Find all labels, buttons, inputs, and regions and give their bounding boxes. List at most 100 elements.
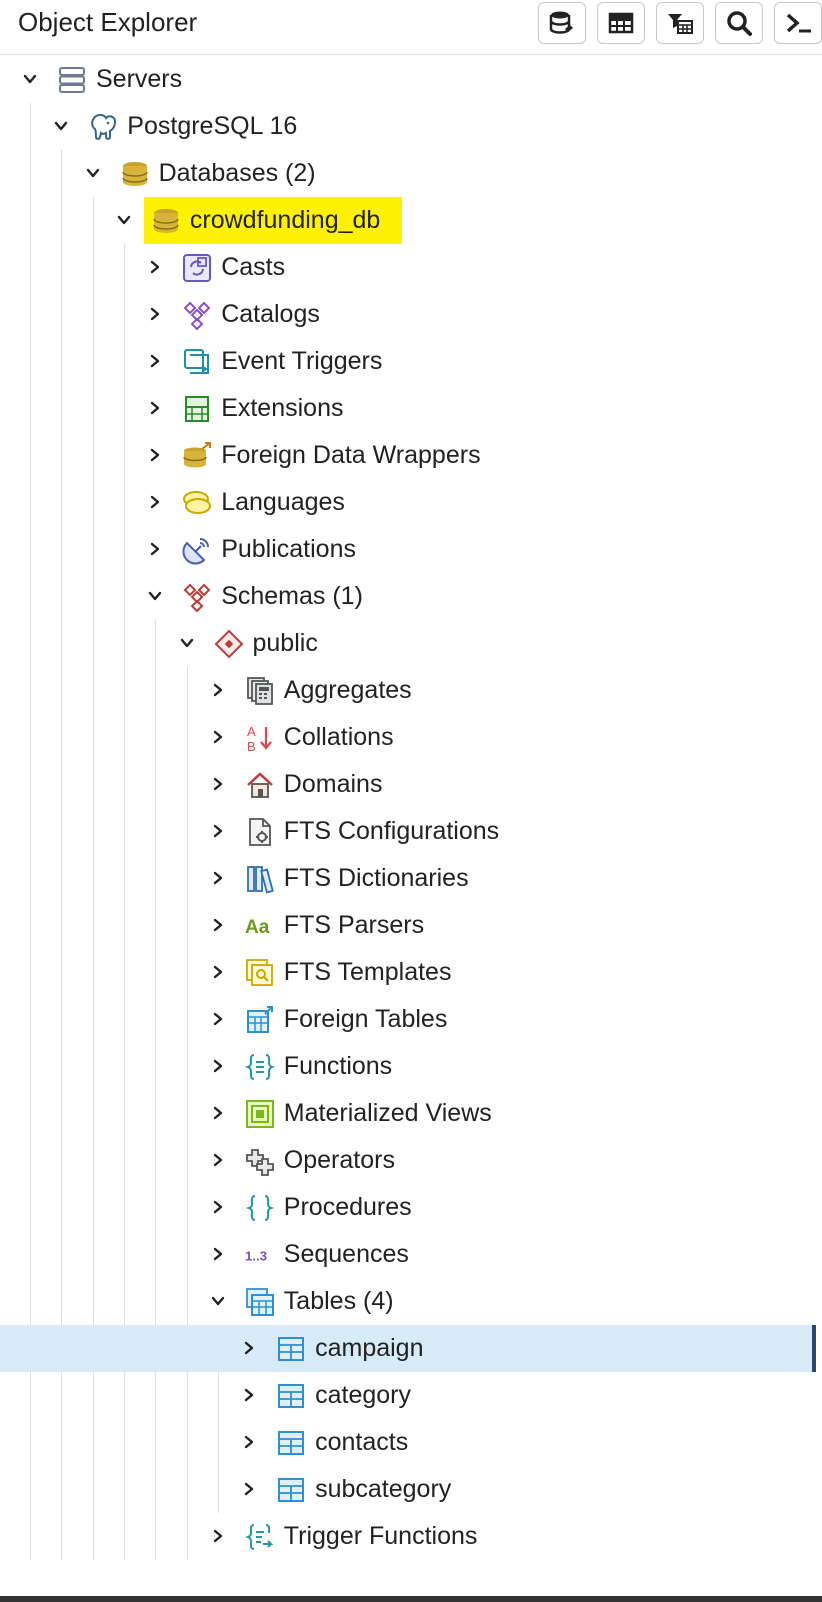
chevron-right-icon[interactable] bbox=[208, 1101, 228, 1125]
svg-text:A: A bbox=[247, 724, 256, 739]
chevron-down-icon[interactable] bbox=[114, 208, 134, 232]
tree-node-label: FTS Configurations bbox=[283, 817, 500, 845]
tables-icon bbox=[244, 1286, 276, 1318]
tree-node-label: Collations bbox=[283, 723, 394, 751]
table-icon bbox=[275, 1427, 307, 1459]
tree-node[interactable]: Publications bbox=[0, 526, 808, 573]
tree-node[interactable]: Extensions bbox=[0, 385, 808, 432]
tree-node[interactable]: Schemas (1) bbox=[0, 573, 808, 620]
chevron-right-icon[interactable] bbox=[208, 1148, 228, 1172]
filter-rows-button[interactable] bbox=[656, 2, 704, 44]
chevron-right-icon[interactable] bbox=[239, 1336, 259, 1360]
tree-node-label: crowdfunding_db bbox=[189, 206, 381, 234]
tree-node[interactable]: Materialized Views bbox=[0, 1090, 808, 1137]
chevron-right-icon[interactable] bbox=[208, 1007, 228, 1031]
tree-node[interactable]: Procedures bbox=[0, 1184, 808, 1231]
chevron-right-icon[interactable] bbox=[239, 1383, 259, 1407]
database-icon bbox=[150, 205, 182, 237]
tree-node[interactable]: Databases (2) bbox=[0, 150, 808, 197]
tree-node[interactable]: Languages bbox=[0, 479, 808, 526]
chevron-down-icon[interactable] bbox=[145, 584, 165, 608]
tree-node[interactable]: Casts bbox=[0, 244, 808, 291]
tree-node[interactable]: contacts bbox=[0, 1419, 808, 1466]
extensions-icon bbox=[181, 393, 213, 425]
chevron-right-icon[interactable] bbox=[208, 678, 228, 702]
chevron-right-icon[interactable] bbox=[208, 960, 228, 984]
chevron-right-icon[interactable] bbox=[208, 772, 228, 796]
tree-node[interactable]: Event Triggers bbox=[0, 338, 808, 385]
foreign-data-wrappers-icon bbox=[181, 440, 213, 472]
chevron-right-icon[interactable] bbox=[208, 1524, 228, 1548]
tree-node[interactable]: category bbox=[0, 1372, 808, 1419]
event-triggers-icon bbox=[181, 346, 213, 378]
bottom-divider bbox=[0, 1596, 822, 1602]
table-icon bbox=[275, 1380, 307, 1412]
schema-icon bbox=[213, 628, 245, 660]
chevron-right-icon[interactable] bbox=[208, 1195, 228, 1219]
chevron-right-icon[interactable] bbox=[145, 349, 165, 373]
tree-node-label: campaign bbox=[315, 1334, 424, 1362]
tree-node[interactable]: Tables (4) bbox=[0, 1278, 808, 1325]
chevron-down-icon[interactable] bbox=[83, 161, 103, 185]
tree-node[interactable]: FTS Templates bbox=[0, 949, 808, 996]
tree-node[interactable]: Aggregates bbox=[0, 667, 808, 714]
tree-node[interactable]: crowdfunding_db bbox=[0, 197, 808, 244]
tree-node[interactable]: public bbox=[0, 620, 808, 667]
chevron-right-icon[interactable] bbox=[145, 302, 165, 326]
tree-node[interactable]: subcategory bbox=[0, 1466, 808, 1513]
psql-tool-button[interactable] bbox=[774, 2, 822, 44]
tree-node[interactable]: Aa FTS Parsers bbox=[0, 902, 808, 949]
chevron-right-icon[interactable] bbox=[145, 443, 165, 467]
tree-node[interactable]: Servers bbox=[0, 56, 808, 103]
fts-configurations-icon bbox=[244, 816, 276, 848]
tree-node[interactable]: Functions bbox=[0, 1043, 808, 1090]
tree-node[interactable]: FTS Dictionaries bbox=[0, 855, 808, 902]
chevron-right-icon[interactable] bbox=[208, 1054, 228, 1078]
chevron-right-icon[interactable] bbox=[208, 819, 228, 843]
panel-title: Object Explorer bbox=[18, 7, 198, 37]
domains-icon bbox=[244, 769, 276, 801]
svg-text:Aa: Aa bbox=[245, 917, 270, 938]
tree-node-label: Databases (2) bbox=[158, 159, 316, 187]
databases-icon bbox=[119, 158, 151, 190]
tree-node[interactable]: PostgreSQL 16 bbox=[0, 103, 808, 150]
view-data-button[interactable] bbox=[597, 2, 645, 44]
languages-icon bbox=[181, 487, 213, 519]
chevron-right-icon[interactable] bbox=[145, 396, 165, 420]
tree-node-label: contacts bbox=[315, 1428, 409, 1456]
fts-templates-icon bbox=[244, 957, 276, 989]
tree-node[interactable]: Domains bbox=[0, 761, 808, 808]
tree-node[interactable]: FTS Configurations bbox=[0, 808, 808, 855]
chevron-down-icon[interactable] bbox=[20, 67, 40, 91]
chevron-right-icon[interactable] bbox=[145, 490, 165, 514]
object-explorer-header: Object Explorer bbox=[0, 0, 822, 55]
chevron-right-icon[interactable] bbox=[239, 1430, 259, 1454]
tree-node[interactable]: Foreign Tables bbox=[0, 996, 808, 1043]
chevron-right-icon[interactable] bbox=[145, 537, 165, 561]
query-tool-button[interactable] bbox=[538, 2, 586, 44]
chevron-right-icon[interactable] bbox=[239, 1477, 259, 1501]
tree-node[interactable]: Trigger Functions bbox=[0, 1513, 808, 1560]
tree-node[interactable]: campaign bbox=[0, 1325, 816, 1372]
chevron-right-icon[interactable] bbox=[145, 255, 165, 279]
chevron-down-icon[interactable] bbox=[208, 1289, 228, 1313]
fts-parsers-icon: Aa bbox=[244, 910, 276, 942]
chevron-right-icon[interactable] bbox=[208, 913, 228, 937]
chevron-right-icon[interactable] bbox=[208, 725, 228, 749]
tree-node[interactable]: Operators bbox=[0, 1137, 808, 1184]
tree-node[interactable]: Foreign Data Wrappers bbox=[0, 432, 808, 479]
tree-node-label: Event Triggers bbox=[221, 347, 383, 375]
chevron-down-icon[interactable] bbox=[177, 631, 197, 655]
tree-node[interactable]: 1..3 Sequences bbox=[0, 1231, 808, 1278]
tree-node[interactable]: A B Collations bbox=[0, 714, 808, 761]
tree-node-label: Tables (4) bbox=[283, 1287, 394, 1315]
procedures-icon bbox=[244, 1192, 276, 1224]
tree-node[interactable]: Catalogs bbox=[0, 291, 808, 338]
tree-node-label: Schemas (1) bbox=[221, 582, 363, 610]
tree-node-label: Trigger Functions bbox=[283, 1522, 478, 1550]
chevron-right-icon[interactable] bbox=[208, 866, 228, 890]
chevron-down-icon[interactable] bbox=[51, 114, 71, 138]
tree-node-label: Aggregates bbox=[283, 676, 412, 704]
search-objects-button[interactable] bbox=[715, 2, 763, 44]
chevron-right-icon[interactable] bbox=[208, 1242, 228, 1266]
